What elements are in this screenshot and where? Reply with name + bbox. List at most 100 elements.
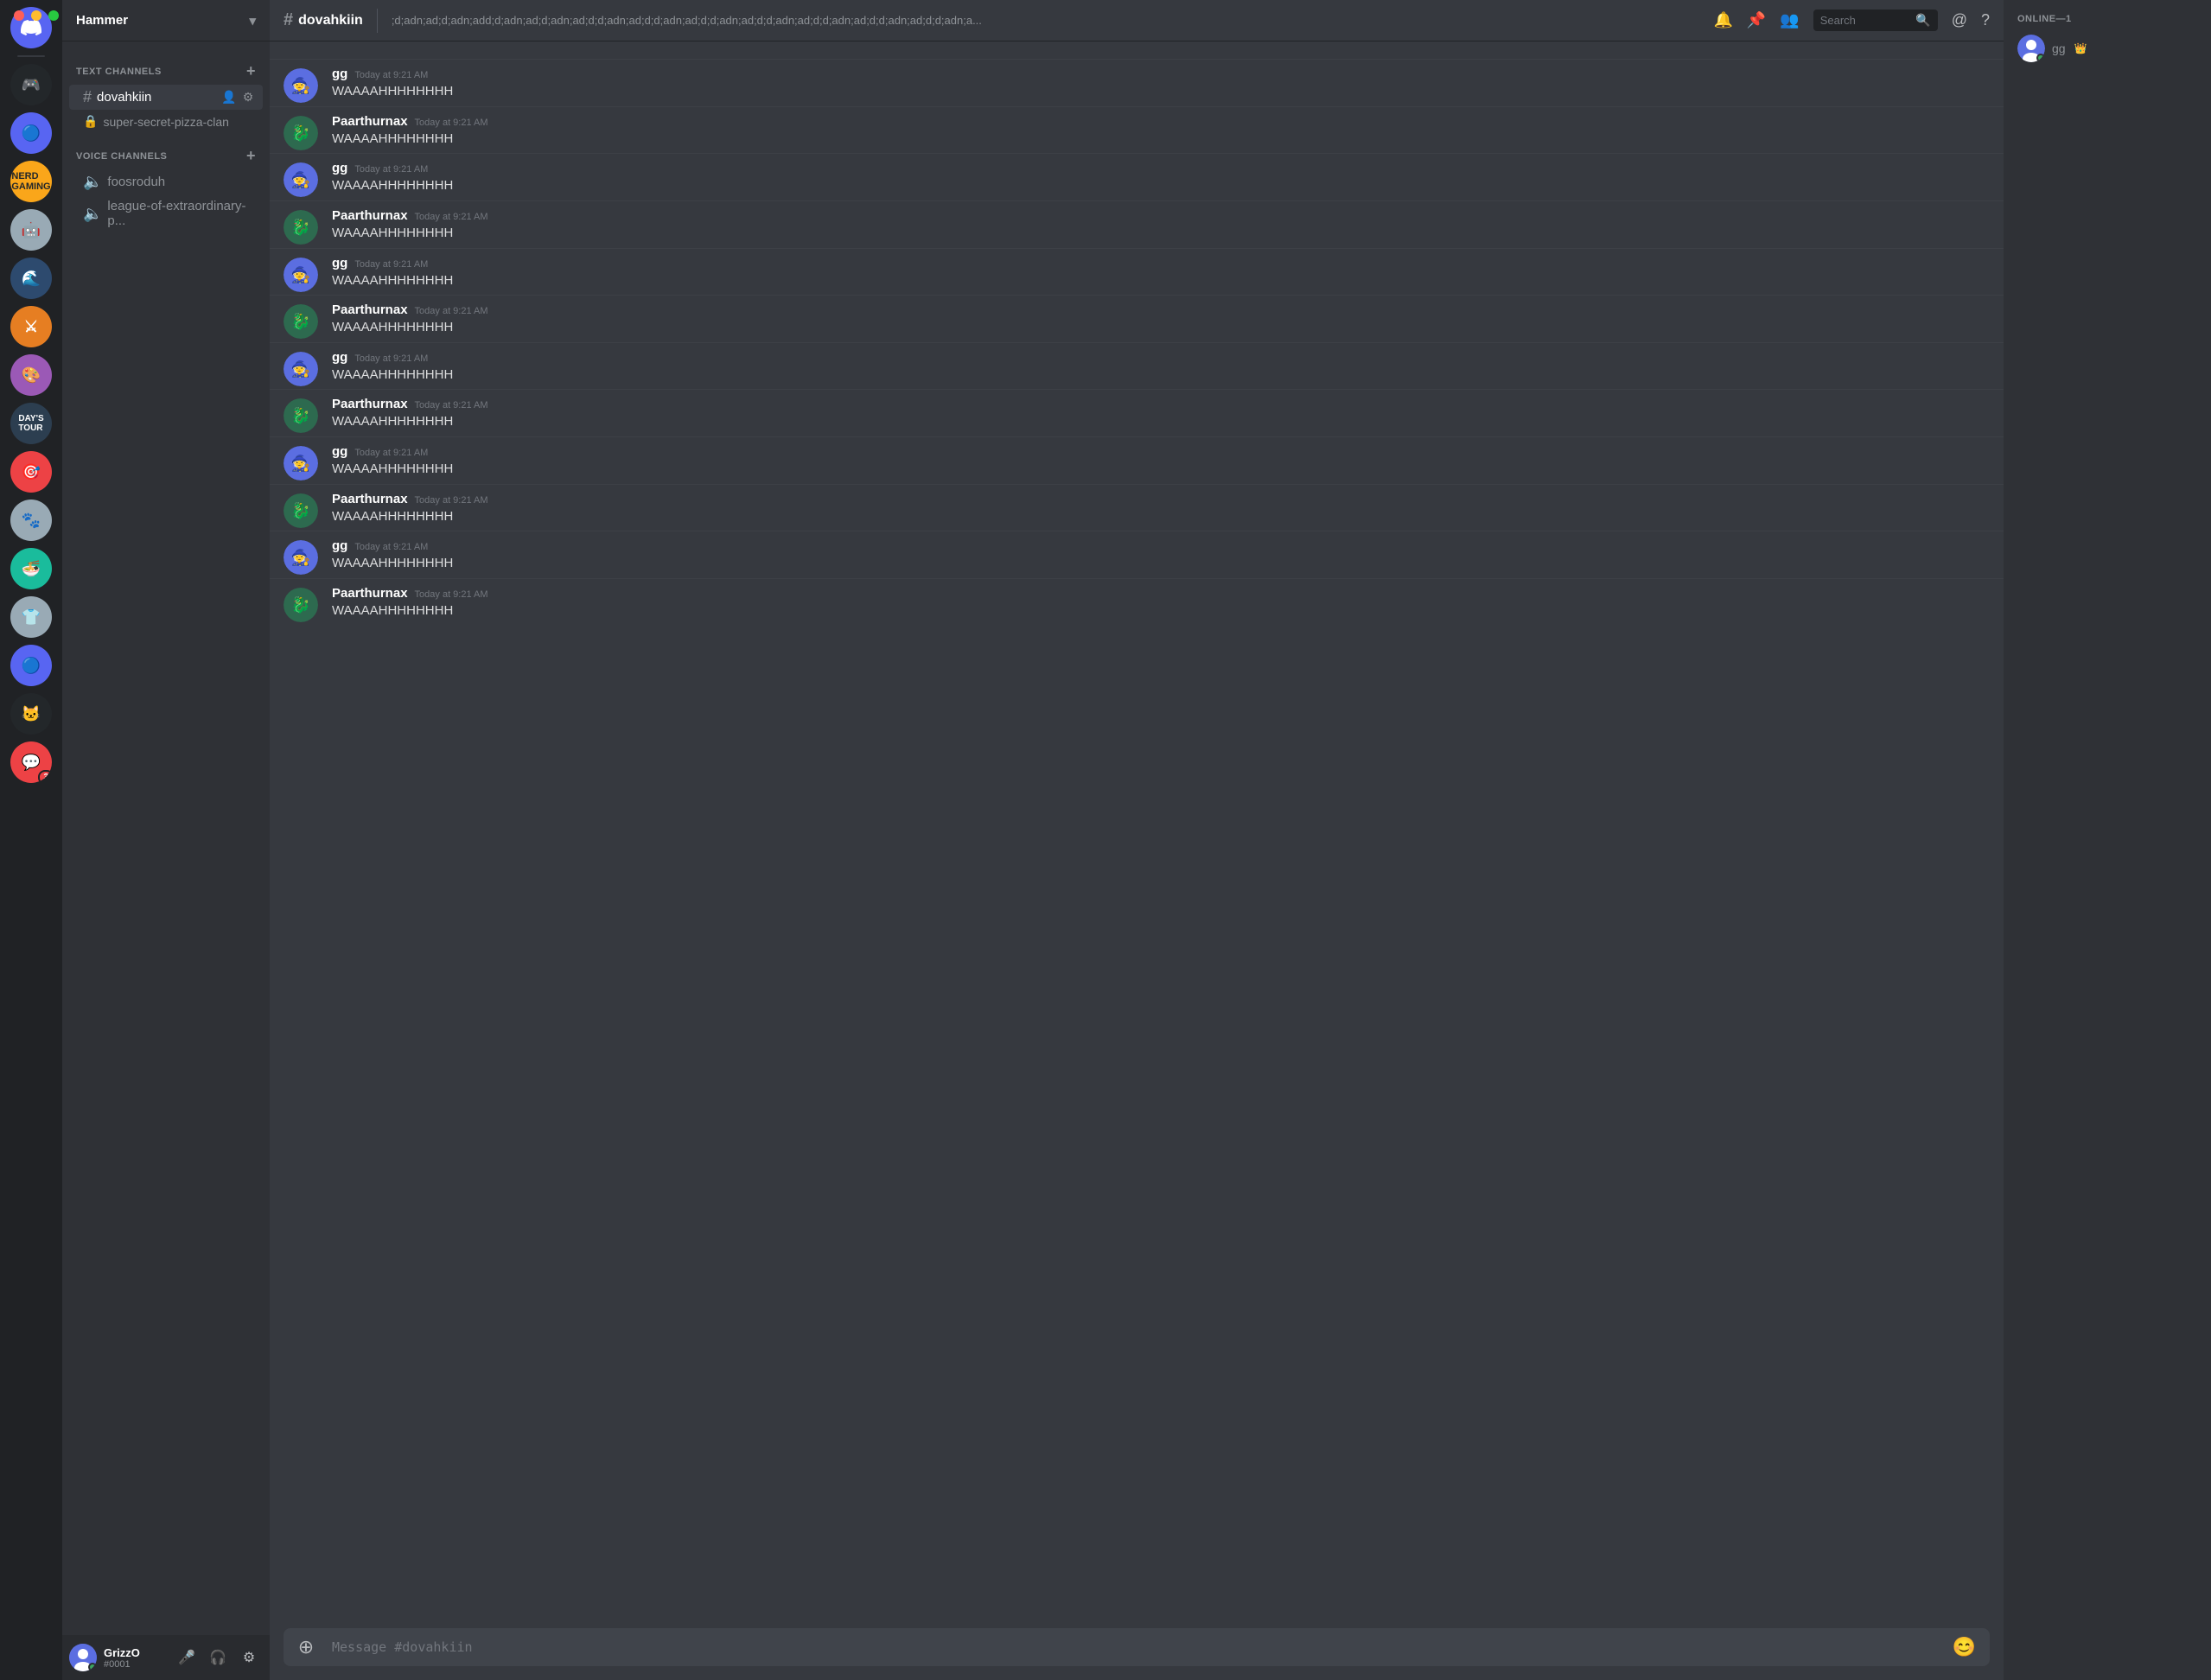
server-icon-1[interactable]: 🎮 <box>10 64 52 105</box>
deafen-button[interactable]: 🎧 <box>204 1644 232 1671</box>
message-content: WAAAAHHHHHHHH <box>332 461 1990 479</box>
invite-icon[interactable]: 👤 <box>221 90 237 105</box>
message-header: gg Today at 9:21 AM <box>332 444 1990 459</box>
mute-button[interactable]: 🎤 <box>173 1644 201 1671</box>
svg-text:🐉: 🐉 <box>291 218 310 236</box>
message-group: 🐉 Paarthurnax Today at 9:21 AM WAAAAHHHH… <box>270 389 2004 433</box>
message-username[interactable]: gg <box>332 161 347 175</box>
message-avatar[interactable]: 🐉 <box>284 588 318 622</box>
server-header[interactable]: Hammer ▾ <box>62 0 270 41</box>
message-header: Paarthurnax Today at 9:21 AM <box>332 302 1990 317</box>
message-avatar[interactable]: 🧙 <box>284 352 318 386</box>
search-input[interactable] <box>1820 14 1911 27</box>
message-content: WAAAAHHHHHHHH <box>332 602 1990 620</box>
message-avatar[interactable]: 🐉 <box>284 116 318 150</box>
message-username[interactable]: Paarthurnax <box>332 397 408 411</box>
message-avatar[interactable]: 🐉 <box>284 493 318 528</box>
server-icon-14[interactable]: 🐱 <box>10 693 52 735</box>
message-avatar[interactable]: 🐉 <box>284 304 318 339</box>
channel-item-foosroduh[interactable]: 🔈 foosroduh <box>69 169 263 194</box>
channel-item-dovahkiin[interactable]: # dovahkiin 👤 ⚙ <box>69 85 263 110</box>
member-item-gg[interactable]: gg 👑 <box>2010 31 2204 66</box>
text-channels-category[interactable]: TEXT CHANNELS + <box>62 48 270 84</box>
server-icon-5[interactable]: 🌊 <box>10 258 52 299</box>
message-header: Paarthurnax Today at 9:21 AM <box>332 208 1990 223</box>
message-username[interactable]: gg <box>332 444 347 459</box>
server-icon-9[interactable]: 🎯 <box>10 451 52 493</box>
message-content: WAAAAHHHHHHHH <box>332 272 1990 290</box>
server-icon-4[interactable]: 🤖 <box>10 209 52 251</box>
message-username[interactable]: Paarthurnax <box>332 586 408 601</box>
server-icon-7[interactable]: 🎨 <box>10 354 52 396</box>
server-icon-12[interactable]: 👕 <box>10 596 52 638</box>
server-icon-6[interactable]: ⚔ <box>10 306 52 347</box>
traffic-lights[interactable] <box>0 0 73 31</box>
message-timestamp: Today at 9:21 AM <box>354 259 428 270</box>
bell-icon[interactable]: 🔔 <box>1713 11 1732 29</box>
server-badge: 3 <box>38 770 52 783</box>
server-list: 🎮 🔵 NERDGAMING 🤖 🌊 ⚔ 🎨 DAY'STOUR 🎯 🐾 🍜 👕… <box>0 0 62 1680</box>
message-username[interactable]: gg <box>332 67 347 81</box>
add-file-button[interactable]: ⊕ <box>287 1628 325 1666</box>
voice-channels-label: VOICE CHANNELS <box>76 151 167 162</box>
message-group: 🧙 gg Today at 9:21 AM WAAAAHHHHHHHH 😊 ⋮ <box>270 342 2004 386</box>
message-header: Paarthurnax Today at 9:21 AM <box>332 586 1990 601</box>
server-name: Hammer <box>76 13 128 28</box>
server-icon-11[interactable]: 🍜 <box>10 548 52 589</box>
user-avatar[interactable] <box>69 1644 97 1671</box>
channel-title: dovahkiin <box>298 13 363 29</box>
pin-icon[interactable]: 📌 <box>1747 11 1766 29</box>
minimize-button[interactable] <box>31 10 41 21</box>
message-avatar[interactable]: 🧙 <box>284 162 318 197</box>
add-text-channel-icon[interactable]: + <box>246 62 256 80</box>
server-icon-15[interactable]: 💬 3 <box>10 741 52 783</box>
server-icon-10[interactable]: 🐾 <box>10 500 52 541</box>
message-content: WAAAAHHHHHHHH <box>332 555 1990 573</box>
hash-icon: # <box>83 88 92 106</box>
settings-icon[interactable]: ⚙ <box>240 90 256 105</box>
message-timestamp: Today at 9:21 AM <box>354 542 428 552</box>
server-icon-2[interactable]: 🔵 <box>10 112 52 154</box>
message-username[interactable]: Paarthurnax <box>332 114 408 129</box>
user-name: GrizzO <box>104 1646 166 1659</box>
server-icon-13[interactable]: 🔵 <box>10 645 52 686</box>
message-avatar[interactable]: 🧙 <box>284 258 318 292</box>
server-icon-3[interactable]: NERDGAMING <box>10 161 52 202</box>
voice-channels-category[interactable]: VOICE CHANNELS + <box>62 133 270 169</box>
members-icon[interactable]: 👥 <box>1780 11 1799 29</box>
message-avatar[interactable]: 🧙 <box>284 540 318 575</box>
message-avatar[interactable]: 🐉 <box>284 398 318 433</box>
message-group: 🧙 gg Today at 9:21 AM WAAAAHHHHHHHH 😊 ⋮ <box>270 153 2004 197</box>
svg-text:🧙: 🧙 <box>291 548 310 566</box>
crown-icon: 👑 <box>2074 42 2087 54</box>
server-icon-8[interactable]: DAY'STOUR <box>10 403 52 444</box>
message-username[interactable]: gg <box>332 350 347 365</box>
main-content: # dovahkiin ;d;adn;ad;d;adn;add;d;adn;ad… <box>270 0 2004 1680</box>
at-icon[interactable]: @ <box>1952 11 1967 29</box>
message-avatar[interactable]: 🧙 <box>284 446 318 480</box>
channel-sidebar: Hammer ▾ TEXT CHANNELS + # dovahkiin 👤 ⚙… <box>62 0 270 1680</box>
user-settings-button[interactable]: ⚙ <box>235 1644 263 1671</box>
maximize-button[interactable] <box>48 10 59 21</box>
header-divider <box>377 9 378 33</box>
channel-item-league[interactable]: 🔈 league-of-extraordinary-p... <box>69 195 263 232</box>
search-box[interactable]: 🔍 <box>1813 10 1938 31</box>
message-timestamp: Today at 9:21 AM <box>415 495 488 506</box>
channel-item-pizza[interactable]: 🔒 super-secret-pizza-clan <box>69 111 263 132</box>
message-username[interactable]: Paarthurnax <box>332 302 408 317</box>
user-area: GrizzO #0001 🎤 🎧 ⚙ <box>62 1635 270 1680</box>
emoji-button[interactable]: 😊 <box>1953 1636 1976 1658</box>
message-timestamp: Today at 9:21 AM <box>354 164 428 175</box>
message-username[interactable]: Paarthurnax <box>332 208 408 223</box>
message-username[interactable]: Paarthurnax <box>332 492 408 506</box>
help-icon[interactable]: ? <box>1981 11 1990 29</box>
message-input[interactable] <box>332 1630 1946 1664</box>
close-button[interactable] <box>14 10 24 21</box>
message-username[interactable]: gg <box>332 256 347 270</box>
message-username[interactable]: gg <box>332 538 347 553</box>
message-header: Paarthurnax Today at 9:21 AM <box>332 397 1990 411</box>
add-voice-channel-icon[interactable]: + <box>246 147 256 165</box>
message-avatar[interactable]: 🧙 <box>284 68 318 103</box>
svg-text:🐉: 🐉 <box>291 501 310 519</box>
message-avatar[interactable]: 🐉 <box>284 210 318 245</box>
